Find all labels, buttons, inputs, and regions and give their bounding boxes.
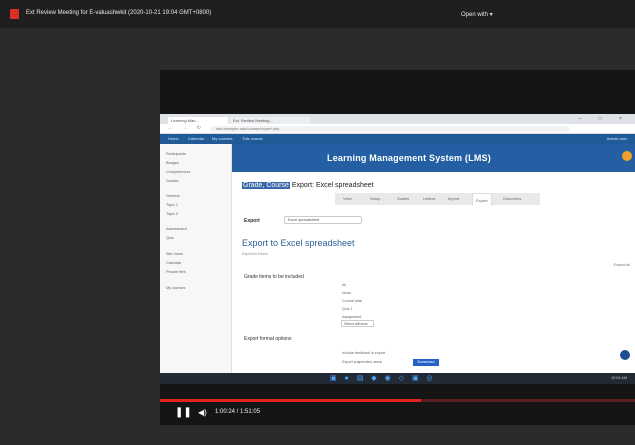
grade-item-option-none[interactable]: None xyxy=(342,291,351,295)
video-timer: 1:00:24 / 1:51:05 xyxy=(215,409,261,415)
pause-icon[interactable]: ❚❚ xyxy=(175,407,192,418)
grade-item-option-quiz-1[interactable]: Quiz 1 xyxy=(342,307,353,311)
browser-tab-2[interactable]: Ext. Review Meeting... xyxy=(230,117,310,124)
nav-this-course[interactable]: This course xyxy=(242,136,263,141)
sidebar-item-topic-1[interactable]: Topic 1 xyxy=(166,203,178,207)
breadcrumb-highlight[interactable]: Grade, Course xyxy=(242,182,290,189)
course-sidebar: Participants Badges Competencies Grades … xyxy=(160,144,232,373)
file-title: Ext Review Meeting for E-valuashwkit (20… xyxy=(26,10,212,16)
browser-tab-strip: Learning Man... Ext. Review Meeting... −… xyxy=(160,114,635,124)
page-subnote: Export to Excel xyxy=(242,252,268,256)
site-logo-icon xyxy=(622,151,632,161)
tab-view[interactable]: View xyxy=(343,196,352,201)
tab-import[interactable]: Import xyxy=(448,196,459,201)
tab-letters[interactable]: Letters xyxy=(423,196,435,201)
tab-scales[interactable]: Scales xyxy=(397,196,409,201)
sidebar-item-assessment[interactable]: Assessment xyxy=(166,227,187,231)
section-export-format-options[interactable]: Export format options xyxy=(244,336,292,342)
nav-calendar[interactable]: Calendar xyxy=(188,136,204,141)
tab-outcomes[interactable]: Outcomes xyxy=(503,196,521,201)
sidebar-item-grades[interactable]: Grades xyxy=(166,179,178,183)
export-format-select[interactable]: Excel spreadsheet xyxy=(284,216,362,224)
lms-title: Learning Management System (LMS) xyxy=(327,153,491,163)
grade-item-option-course-total[interactable]: Course total xyxy=(342,299,362,303)
address-input[interactable]: lms.example.edu/course/export.php xyxy=(210,126,570,132)
sidebar-item-topic-2[interactable]: Topic 2 xyxy=(166,212,178,216)
sidebar-item-my-courses[interactable]: My courses xyxy=(166,286,185,290)
export-option-suspended-users[interactable]: Export suspended users xyxy=(342,360,382,364)
export-option-feedback[interactable]: Include feedback in export xyxy=(342,351,385,355)
os-taskbar: ▣ ● ▤ ◆ ◉ ◇ ▣ ◎ 10:04 AM xyxy=(160,373,635,384)
sidebar-item-calendar[interactable]: Calendar xyxy=(166,261,181,265)
user-menu[interactable]: Admin user xyxy=(607,136,627,141)
browser-nav-icons[interactable]: ← → ↻ xyxy=(168,125,205,131)
sidebar-item-private-files[interactable]: Private files xyxy=(166,270,186,274)
tab-setup[interactable]: Setup xyxy=(370,196,380,201)
section-grade-items[interactable]: Grade items to be included xyxy=(244,274,304,280)
sidebar-item-participants[interactable]: Participants xyxy=(166,152,186,156)
page-title: Export to Excel spreadsheet xyxy=(242,238,355,248)
grade-item-option-assignment[interactable]: Assignment xyxy=(342,315,361,319)
sidebar-item-site-home[interactable]: Site home xyxy=(166,252,183,256)
expand-all-link[interactable]: Expand all xyxy=(614,263,630,267)
help-icon[interactable] xyxy=(620,350,630,360)
grade-item-option-all[interactable]: All xyxy=(342,283,346,287)
volume-icon[interactable]: ◀) xyxy=(198,408,207,417)
taskbar-time: 10:04 AM xyxy=(610,376,627,380)
download-button[interactable]: Download xyxy=(413,359,439,366)
lms-navbar: Home Calendar My courses This course Adm… xyxy=(160,134,635,144)
video-controls: ❚❚ ◀) 1:00:24 / 1:51:05 xyxy=(160,402,635,425)
lms-header: Learning Management System (LMS) xyxy=(232,144,635,172)
browser-window-controls[interactable]: − □ × xyxy=(578,116,630,122)
export-label: Export xyxy=(244,218,260,224)
screen-recording: Learning Man... Ext. Review Meeting... −… xyxy=(160,114,635,384)
open-with-button[interactable]: Open with ▾ xyxy=(455,8,499,21)
breadcrumb-current: Export: Excel spreadsheet xyxy=(291,182,374,189)
nav-my-courses[interactable]: My courses xyxy=(212,136,232,141)
browser-tab-1[interactable]: Learning Man... xyxy=(168,117,228,124)
tab-export[interactable]: Export xyxy=(472,193,492,206)
breadcrumb: Grade, Course Export: Excel spreadsheet xyxy=(242,182,374,189)
gradebook-tabs: View Setup Scales Letters Import Export … xyxy=(335,193,540,206)
taskbar-app-icons[interactable]: ▣ ● ▤ ◆ ◉ ◇ ▣ ◎ xyxy=(330,374,436,382)
sidebar-item-quiz[interactable]: Quiz xyxy=(166,236,174,240)
sidebar-item-badges[interactable]: Badges xyxy=(166,161,179,165)
nav-home[interactable]: Home xyxy=(168,136,179,141)
browser-address-bar: ← → ↻ lms.example.edu/course/export.php xyxy=(160,124,635,134)
select-all-none-button[interactable]: Select all/none xyxy=(341,320,374,327)
sidebar-item-competencies[interactable]: Competencies xyxy=(166,170,190,174)
sidebar-item-general[interactable]: General xyxy=(166,194,180,198)
file-icon xyxy=(10,9,19,19)
video-title-bar: Ext Review Meeting for E-valuashwkit (20… xyxy=(0,0,635,28)
